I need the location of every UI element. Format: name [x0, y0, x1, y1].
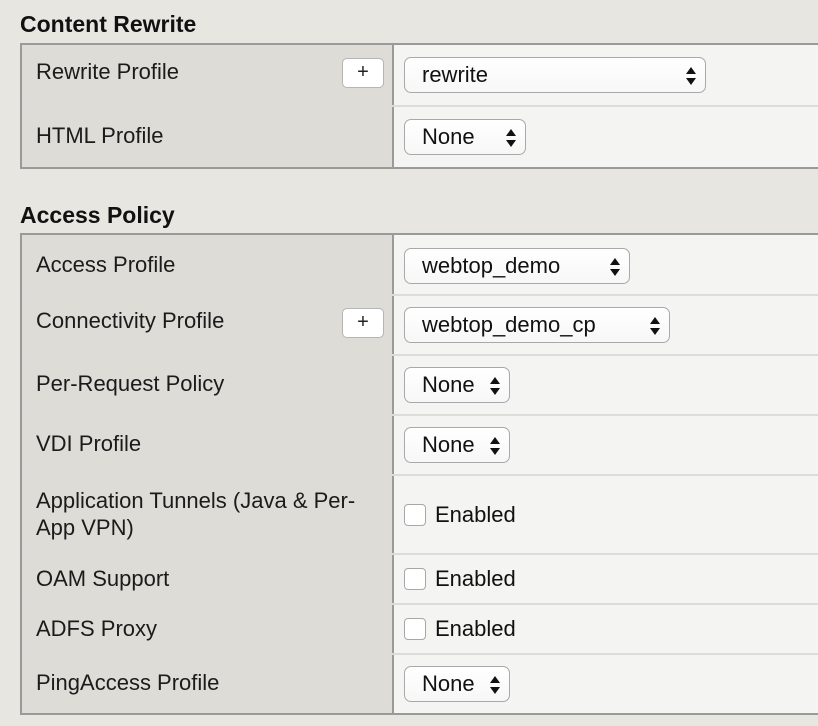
vdi-profile-label-cell: VDI Profile — [22, 416, 394, 474]
per-request-policy-value-cell: None — [394, 356, 818, 414]
pingaccess-profile-label-cell: PingAccess Profile — [22, 655, 394, 713]
oam-support-enabled-label[interactable]: Enabled — [435, 565, 516, 592]
select-arrows-icon — [610, 258, 620, 276]
adfs-proxy-value-cell: Enabled — [394, 605, 818, 653]
vdi-profile-label: VDI Profile — [36, 431, 142, 456]
access-policy-panel: Access Profile webtop_demo Connectivity … — [20, 233, 818, 715]
vdi-profile-value-cell: None — [394, 416, 818, 474]
connectivity-profile-select-value: webtop_demo_cp — [422, 312, 596, 337]
oam-support-value-cell: Enabled — [394, 555, 818, 603]
rewrite-profile-label: Rewrite Profile — [36, 59, 180, 84]
per-request-policy-select[interactable]: None — [404, 367, 510, 403]
html-profile-value-cell: None — [394, 107, 818, 167]
access-profile-select-value: webtop_demo — [422, 253, 561, 278]
oam-support-label: OAM Support — [36, 566, 170, 591]
connectivity-profile-select[interactable]: webtop_demo_cp — [404, 307, 670, 343]
select-arrows-icon — [490, 676, 500, 694]
pingaccess-profile-row: PingAccess Profile None — [22, 655, 818, 713]
select-arrows-icon — [490, 437, 500, 455]
application-tunnels-checkbox[interactable] — [404, 504, 426, 526]
html-profile-label: HTML Profile — [36, 123, 164, 148]
access-profile-label-cell: Access Profile — [22, 235, 394, 294]
adfs-proxy-label: ADFS Proxy — [36, 616, 158, 641]
per-request-policy-row: Per-Request Policy None — [22, 356, 818, 416]
application-tunnels-enabled-label[interactable]: Enabled — [435, 501, 516, 528]
pingaccess-profile-label: PingAccess Profile — [36, 670, 220, 695]
html-profile-select-value: None — [422, 124, 475, 149]
access-profile-select[interactable]: webtop_demo — [404, 248, 630, 284]
oam-support-label-cell: OAM Support — [22, 555, 394, 603]
add-connectivity-profile-button[interactable]: + — [342, 308, 384, 338]
application-tunnels-label-cell: Application Tunnels (Java & Per-App VPN) — [22, 476, 394, 553]
connectivity-profile-row: Connectivity Profile + webtop_demo_cp — [22, 296, 818, 356]
content-rewrite-heading: Content Rewrite — [20, 11, 197, 37]
oam-support-checkbox[interactable] — [404, 568, 426, 590]
access-policy-heading: Access Policy — [20, 202, 175, 228]
html-profile-label-cell: HTML Profile — [22, 107, 394, 167]
per-request-policy-select-value: None — [422, 372, 475, 397]
html-profile-row: HTML Profile None — [22, 107, 818, 167]
rewrite-profile-row: Rewrite Profile + rewrite — [22, 45, 818, 107]
application-tunnels-value-cell: Enabled — [394, 476, 818, 553]
vdi-profile-row: VDI Profile None — [22, 416, 818, 476]
html-profile-select[interactable]: None — [404, 119, 526, 155]
pingaccess-profile-value-cell: None — [394, 655, 818, 713]
rewrite-profile-select[interactable]: rewrite — [404, 57, 706, 93]
connectivity-profile-label-cell: Connectivity Profile + — [22, 296, 394, 354]
per-request-policy-label-cell: Per-Request Policy — [22, 356, 394, 414]
add-rewrite-profile-button[interactable]: + — [342, 58, 384, 88]
per-request-policy-label: Per-Request Policy — [36, 371, 225, 396]
content-rewrite-panel: Rewrite Profile + rewrite HTML Profile N… — [20, 43, 818, 169]
rewrite-profile-value-cell: rewrite — [394, 45, 818, 105]
select-arrows-icon — [490, 377, 500, 395]
application-tunnels-label: Application Tunnels (Java & Per-App VPN) — [36, 488, 356, 540]
adfs-proxy-enabled-label[interactable]: Enabled — [435, 615, 516, 642]
adfs-proxy-checkbox[interactable] — [404, 618, 426, 640]
adfs-proxy-row: ADFS Proxy Enabled — [22, 605, 818, 655]
access-profile-label: Access Profile — [36, 252, 176, 277]
vdi-profile-select-value: None — [422, 432, 475, 457]
pingaccess-profile-select-value: None — [422, 671, 475, 696]
rewrite-profile-select-value: rewrite — [422, 62, 489, 87]
select-arrows-icon — [506, 129, 516, 147]
select-arrows-icon — [650, 317, 660, 335]
rewrite-profile-label-cell: Rewrite Profile + — [22, 45, 394, 105]
vdi-profile-select[interactable]: None — [404, 427, 510, 463]
connectivity-profile-value-cell: webtop_demo_cp — [394, 296, 818, 354]
pingaccess-profile-select[interactable]: None — [404, 666, 510, 702]
connectivity-profile-label: Connectivity Profile — [36, 308, 225, 333]
select-arrows-icon — [686, 67, 696, 85]
access-profile-row: Access Profile webtop_demo — [22, 235, 818, 296]
oam-support-row: OAM Support Enabled — [22, 555, 818, 605]
application-tunnels-row: Application Tunnels (Java & Per-App VPN)… — [22, 476, 818, 555]
access-profile-value-cell: webtop_demo — [394, 235, 818, 294]
adfs-proxy-label-cell: ADFS Proxy — [22, 605, 394, 653]
